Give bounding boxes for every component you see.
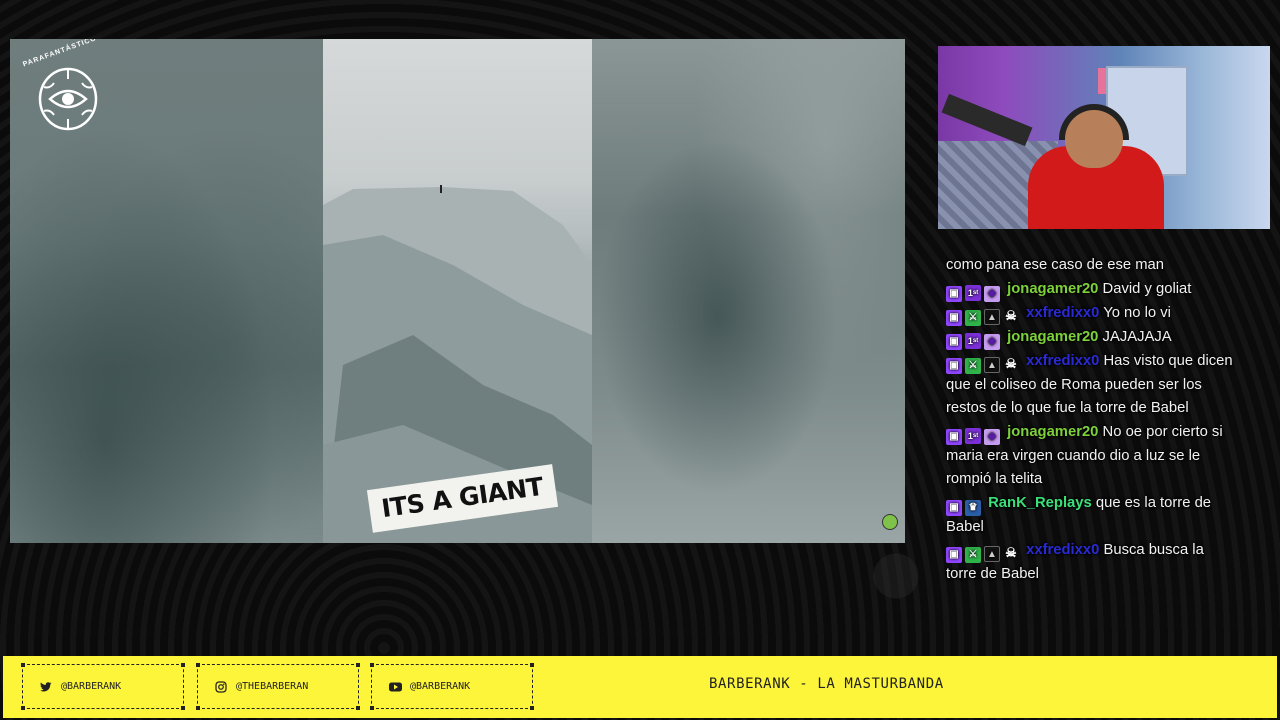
bits-badge-icon: ◆ — [984, 333, 1000, 350]
chat-message: ▣ ⚔ ▲ ☠ xxfredixx0 Has visto que dicen que … — [946, 350, 1236, 421]
bat-badge-icon: ▲ — [984, 546, 1000, 562]
twitter-handle: @BARBERANK — [61, 681, 122, 692]
channel-title: BARBERANK - LA MASTURBANDA — [709, 676, 944, 692]
video-player[interactable]: PARAFANTÁSTICO ITS A GIANT — [10, 39, 905, 543]
instagram-link[interactable]: @THEBARBERAN — [196, 663, 360, 710]
footer-bar: @BARBERANK @THEBARBERAN @BARBERANK BARBE… — [3, 656, 1277, 718]
bat-badge-icon: ▲ — [984, 356, 1000, 373]
chat-username[interactable]: xxfredixx0 — [1026, 542, 1099, 558]
chat-message: ▣ 1ˢᵗ ◆ jonagamer20 David y goliat — [946, 278, 1236, 302]
chat-message-text: como pana ese caso de ese man — [946, 257, 1164, 273]
sub-badge-icon: ▣ — [946, 285, 962, 302]
first-badge-icon: 1ˢᵗ — [965, 284, 981, 301]
skull-badge-icon: ☠ — [1005, 307, 1017, 323]
sub-badge-icon: ▣ — [946, 499, 962, 516]
bits-badge-icon: ◆ — [984, 285, 1000, 302]
skull-badge-icon: ☠ — [1005, 355, 1017, 371]
youtube-link[interactable]: @BARBERANK — [370, 663, 534, 710]
youtube-handle: @BARBERANK — [410, 681, 471, 692]
twitter-link[interactable]: @BARBERANK — [21, 663, 185, 710]
bat-badge-icon: ▲ — [984, 308, 1000, 325]
video-panel-right — [592, 39, 905, 543]
chat-username[interactable]: xxfredixx0 — [1026, 305, 1099, 321]
webcam-feed — [938, 46, 1270, 229]
chat-username[interactable]: jonagamer20 — [1007, 281, 1098, 297]
chat-message-text: Yo no lo vi — [1103, 304, 1171, 321]
chat-message: ▣ 1ˢᵗ ◆ jonagamer20 No oe por cierto si ma… — [946, 421, 1236, 492]
sword-badge-icon: ⚔ — [965, 357, 981, 374]
chat-message: ▣ ⚔ ▲ ☠ xxfredixx0 Busca busca la torre de … — [946, 539, 1236, 587]
chat-message-text: JAJAJAJA — [1102, 328, 1172, 345]
crown-badge-icon: ♛ — [965, 499, 981, 516]
sub-badge-icon: ▣ — [946, 309, 962, 326]
sub-badge-icon: ▣ — [946, 428, 962, 445]
chat-message: ▣ ⚔ ▲ ☠ xxfredixx0 Yo no lo vi — [946, 302, 1236, 326]
bits-badge-icon: ◆ — [984, 428, 1000, 445]
instagram-handle: @THEBARBERAN — [236, 681, 309, 692]
sword-badge-icon: ⚔ — [965, 547, 981, 563]
first-badge-icon: 1ˢᵗ — [965, 427, 981, 444]
brain-eye-logo-icon — [38, 67, 98, 131]
microphone-arm — [941, 93, 1033, 147]
chat-username[interactable]: jonagamer20 — [1007, 424, 1098, 440]
sub-badge-icon: ▣ — [946, 547, 962, 563]
chat-username[interactable]: jonagamer20 — [1007, 329, 1098, 345]
twitter-icon — [39, 680, 53, 694]
chat-username[interactable]: RanK_Replays — [988, 495, 1092, 511]
skull-badge-icon: ☠ — [1005, 545, 1017, 560]
chat-message-text: David y goliat — [1102, 280, 1192, 297]
watermark-icon — [882, 514, 898, 530]
instagram-icon — [214, 680, 228, 694]
sub-badge-icon: ▣ — [946, 357, 962, 374]
chat-panel: como pana ese caso de ese man ▣ 1ˢᵗ ◆ jona… — [946, 254, 1236, 587]
chat-message: ▣ ♛ RanK_Replays que es la torre de Babel — [946, 492, 1236, 540]
sword-badge-icon: ⚔ — [965, 309, 981, 326]
chat-username[interactable]: xxfredixx0 — [1026, 353, 1099, 369]
chat-message: como pana ese caso de ese man — [946, 254, 1236, 278]
first-badge-icon: 1ˢᵗ — [965, 332, 981, 349]
sub-badge-icon: ▣ — [946, 333, 962, 350]
chat-message: ▣ 1ˢᵗ ◆ jonagamer20 JAJAJAJA — [946, 326, 1236, 350]
youtube-icon — [388, 680, 402, 694]
